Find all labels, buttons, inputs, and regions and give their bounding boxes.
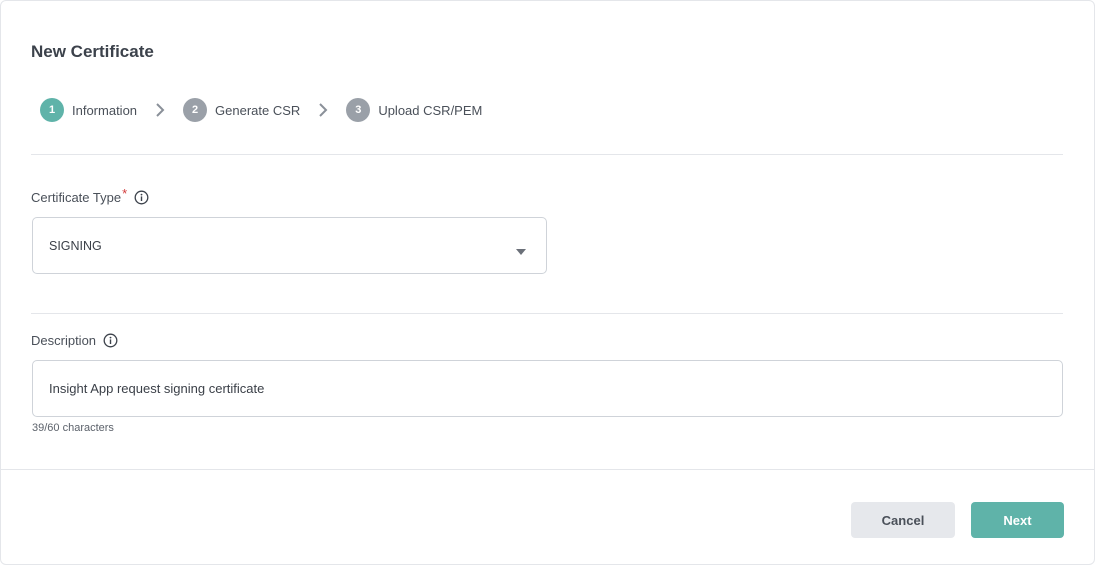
step-upload-csr-pem[interactable]: 3 Upload CSR/PEM bbox=[346, 98, 482, 122]
description-label: Description bbox=[31, 333, 118, 348]
info-circle-icon[interactable] bbox=[103, 333, 118, 348]
step-number: 2 bbox=[183, 98, 208, 122]
certificate-type-value: SIGNING bbox=[49, 238, 102, 253]
description-value: Insight App request signing certificate bbox=[49, 381, 265, 396]
required-marker: * bbox=[122, 186, 128, 201]
step-number: 3 bbox=[346, 98, 371, 122]
certificate-type-label-text: Certificate Type bbox=[31, 190, 122, 205]
info-circle-icon[interactable] bbox=[134, 190, 149, 205]
stepper: 1 Information 2 Generate CSR 3 Upload CS… bbox=[40, 98, 482, 122]
next-button[interactable]: Next bbox=[971, 502, 1064, 538]
certificate-type-label: Certificate Type * bbox=[31, 186, 149, 205]
certificate-type-select[interactable]: SIGNING bbox=[32, 217, 547, 274]
description-input[interactable]: Insight App request signing certificate bbox=[32, 360, 1063, 417]
chevron-right-icon bbox=[300, 102, 346, 118]
new-certificate-dialog: New Certificate 1 Information 2 Generate… bbox=[0, 0, 1095, 565]
chevron-right-icon bbox=[137, 102, 183, 118]
caret-down-icon bbox=[516, 244, 526, 258]
step-generate-csr[interactable]: 2 Generate CSR bbox=[183, 98, 300, 122]
cancel-button[interactable]: Cancel bbox=[851, 502, 955, 538]
step-label: Generate CSR bbox=[215, 102, 301, 118]
step-information[interactable]: 1 Information bbox=[40, 98, 137, 122]
step-label: Upload CSR/PEM bbox=[378, 102, 483, 118]
description-label-text: Description bbox=[31, 333, 97, 348]
step-number: 1 bbox=[40, 98, 64, 122]
divider bbox=[31, 313, 1063, 314]
footer-divider bbox=[1, 469, 1095, 470]
divider bbox=[31, 154, 1063, 155]
character-counter: 39/60 characters bbox=[32, 422, 114, 434]
dialog-title: New Certificate bbox=[31, 42, 154, 61]
step-label: Information bbox=[72, 102, 138, 118]
